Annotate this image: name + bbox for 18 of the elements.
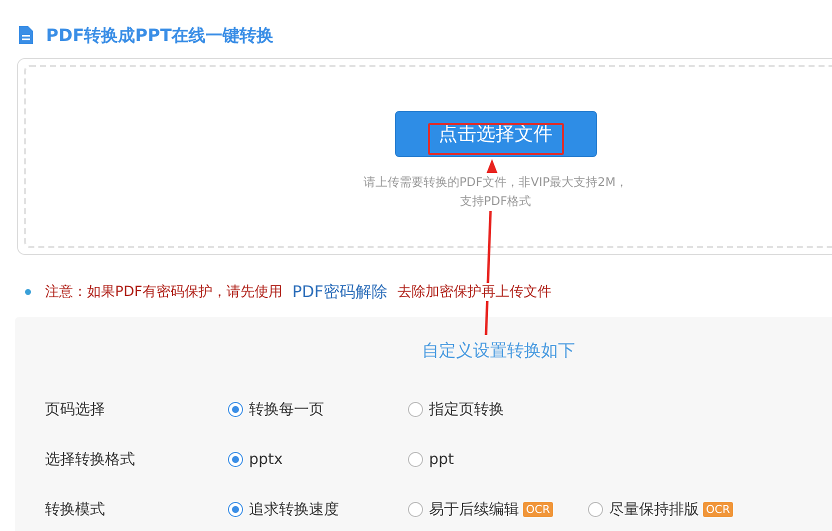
password-remove-link[interactable]: PDF密码解除 [292,282,388,302]
ocr-badge: OCR [523,502,553,516]
option-label[interactable]: 转换每一页 [249,400,324,418]
option-label[interactable]: pptx [249,450,283,468]
ocr-badge: OCR [703,502,733,516]
option-label[interactable]: 指定页转换 [429,400,504,418]
notice-text: 注意：如果PDF有密码保护，请先使用 [45,283,282,301]
settings-heading: 自定义设置转换如下 [421,340,576,363]
option-label[interactable]: ppt [429,450,454,468]
option-label[interactable]: 尽量保持排版 [609,500,699,518]
setting-label: 转换模式 [45,500,106,518]
upload-hint: 支持PDF格式 [460,192,532,211]
setting-label: 选择转换格式 [45,450,136,468]
option-label[interactable]: 追求转换速度 [249,500,339,518]
notice-text: 去除加密保护再上传文件 [397,283,552,301]
option-label[interactable]: 易于后续编辑 [429,500,519,518]
setting-label: 页码选择 [45,400,106,418]
page-title: PDF转换成PPT在线一键转换 [46,24,274,46]
